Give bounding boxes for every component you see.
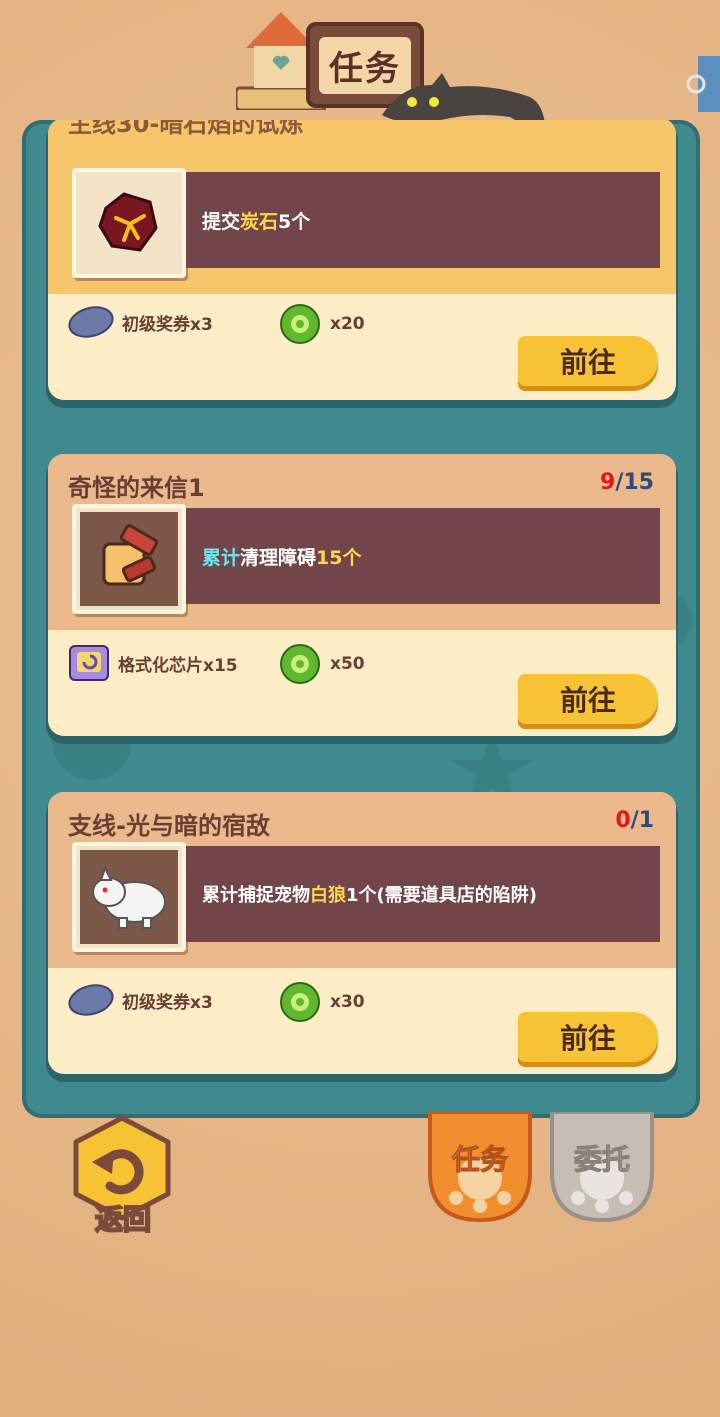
desc-text: 1个(需要道具店的陷阱) [346, 885, 537, 906]
task-panel: 主线30-暗石焰的试炼 提交 炭石 5个 初级奖券x3 x20 前往 奇怪的来信… [22, 120, 700, 1118]
progress-total: 1 [638, 808, 654, 833]
task-description: 累计 清理障碍 15个 [186, 508, 660, 604]
green-coin-icon [280, 304, 320, 344]
reward-label: 初级奖券x3 [122, 314, 213, 335]
back-label[interactable]: 返回 [88, 1198, 158, 1238]
task-thumbnail [72, 504, 186, 614]
progress-separator: / [630, 808, 639, 833]
task-title: 奇怪的来信1 [68, 474, 205, 502]
task-title: 主线30-暗石焰的试炼 [68, 120, 304, 138]
desc-text: 提交 [202, 210, 241, 233]
desc-highlight: 炭石 [240, 210, 279, 233]
reward-label: x50 [330, 654, 365, 674]
task-card: 支线-光与暗的宿敌 0/1 累计捕捉宠物 白狼 1个(需要道具店的陷阱) 初级奖… [48, 792, 676, 1074]
progress-current: 0 [615, 808, 631, 833]
hammer-icon [102, 524, 159, 586]
scissors-icon[interactable] [684, 56, 720, 112]
reward-label: 初级奖券x3 [122, 992, 213, 1013]
ticket-icon [68, 306, 114, 338]
task-card: 奇怪的来信1 9/15 累计 清理障碍 15个 格式化芯片x15 x50 前往 [48, 454, 676, 736]
reward-item: x50 [278, 644, 365, 684]
green-coin-icon [280, 644, 320, 684]
desc-highlight: 累计 [202, 546, 241, 569]
reward-label: x20 [330, 314, 365, 334]
task-thumbnail [72, 168, 186, 278]
desc-highlight: 白狼 [310, 885, 346, 906]
chip-icon [69, 645, 109, 681]
ticket-icon [68, 984, 114, 1016]
desc-text: 5个 [278, 210, 311, 233]
go-button[interactable]: 前往 [518, 336, 658, 386]
task-description: 提交 炭石 5个 [186, 172, 660, 268]
reward-label: 格式化芯片x15 [118, 655, 238, 676]
task-progress: 0/1 [615, 808, 654, 833]
reward-item: x20 [278, 304, 365, 344]
coal-stone-icon [98, 192, 158, 252]
task-description: 累计捕捉宠物 白狼 1个(需要道具店的陷阱) [186, 846, 660, 942]
task-title: 支线-光与暗的宿敌 [68, 812, 270, 840]
reward-label: x30 [330, 992, 365, 1012]
go-button[interactable]: 前往 [518, 674, 658, 724]
desc-text: 清理障碍 [240, 546, 317, 569]
white-wolf-icon [92, 865, 166, 929]
progress-total: 15 [623, 470, 654, 495]
go-button[interactable]: 前往 [518, 1012, 658, 1062]
task-card: 主线30-暗石焰的试炼 提交 炭石 5个 初级奖券x3 x20 前往 [48, 120, 676, 400]
reward-item: x30 [278, 982, 365, 1022]
tab-entrust-label[interactable]: 委托 [548, 1138, 656, 1178]
reward-item: 格式化芯片x15 [68, 644, 238, 682]
task-thumbnail [72, 842, 186, 952]
progress-current: 9 [600, 470, 616, 495]
desc-highlight: 15个 [316, 546, 362, 569]
desc-text: 累计捕捉宠物 [202, 885, 310, 906]
green-coin-icon [280, 982, 320, 1022]
reward-item: 初级奖券x3 [68, 982, 213, 1018]
reward-item: 初级奖券x3 [68, 304, 213, 340]
tab-task-label[interactable]: 任务 [426, 1138, 534, 1178]
task-progress: 9/15 [600, 470, 654, 495]
